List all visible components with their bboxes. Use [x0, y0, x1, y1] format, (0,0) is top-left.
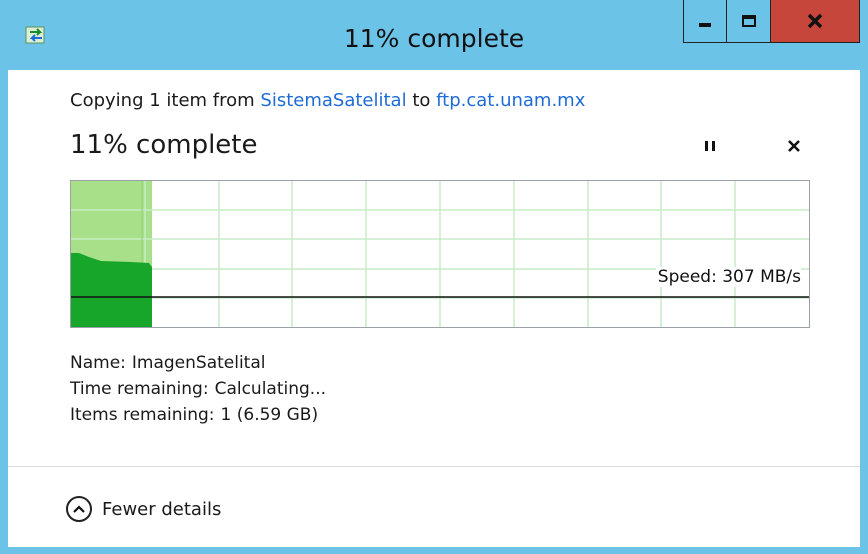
cancel-x-icon — [788, 140, 800, 152]
maximize-icon — [741, 15, 756, 27]
pause-button[interactable] — [698, 134, 722, 158]
dialog-footer: Fewer details — [8, 466, 860, 548]
minimize-icon — [699, 23, 711, 27]
fewer-details-label: Fewer details — [102, 498, 222, 520]
dialog-body: Copying 1 item from SistemaSatelital to … — [8, 70, 860, 547]
cancel-button[interactable] — [782, 134, 806, 158]
close-icon — [807, 13, 823, 29]
speed-label: Speed: 307 MB/s — [655, 267, 801, 287]
copy-connector: to — [412, 90, 431, 111]
transfer-details: Name: ImagenSatelital Time remaining: Calc… — [70, 350, 332, 428]
fewer-details-button[interactable]: Fewer details — [66, 496, 221, 522]
progress-title: 11% complete — [70, 130, 258, 160]
name-value: ImagenSatelital — [131, 353, 266, 373]
name-row: Name: ImagenSatelital — [70, 350, 332, 376]
items-remaining-value: 1 (6.59 GB) — [220, 405, 319, 425]
copy-prefix: Copying 1 item from — [70, 90, 255, 111]
graph-canvas — [71, 181, 809, 327]
time-remaining-label: Time remaining: — [70, 379, 209, 399]
minimize-button[interactable] — [683, 0, 727, 43]
items-remaining-row: Items remaining: 1 (6.59 GB) — [70, 402, 332, 428]
copy-description: Copying 1 item from SistemaSatelital to … — [70, 90, 585, 111]
chevron-up-circle-icon — [66, 496, 92, 522]
source-link[interactable]: SistemaSatelital — [260, 90, 406, 111]
time-remaining-row: Time remaining: Calculating... — [70, 376, 332, 402]
transfer-speed-graph: Speed: 307 MB/s — [70, 180, 810, 328]
copy-dialog-window: 11% complete Copying 1 item from Sistema… — [0, 0, 868, 554]
name-label: Name: — [70, 353, 126, 373]
close-button[interactable] — [771, 0, 860, 43]
pause-icon — [705, 141, 715, 151]
speed-area — [71, 253, 152, 327]
time-remaining-value: Calculating... — [214, 379, 327, 399]
items-remaining-label: Items remaining: — [70, 405, 215, 425]
title-bar[interactable]: 11% complete — [0, 0, 868, 70]
destination-link[interactable]: ftp.cat.unam.mx — [436, 90, 585, 111]
maximize-button[interactable] — [727, 0, 771, 43]
